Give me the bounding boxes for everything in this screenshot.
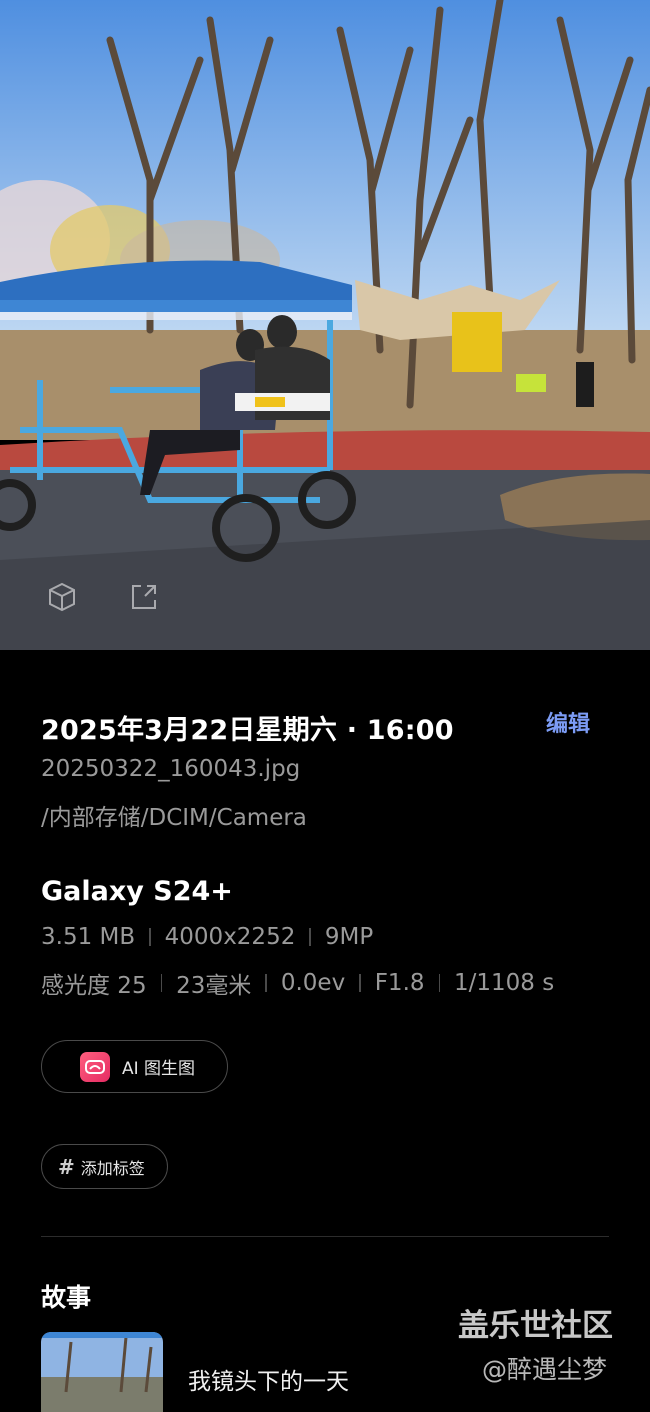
spec-divider [309, 928, 311, 946]
section-divider [41, 1236, 609, 1237]
photo-image [0, 0, 650, 650]
photo-datetime: 2025年3月22日星期六 · 16:00 [41, 715, 454, 746]
edit-button[interactable]: 编辑 [546, 706, 590, 738]
spec-divider [359, 974, 361, 992]
file-size: 3.51 MB [41, 924, 136, 950]
story-thumbnail[interactable] [41, 1332, 163, 1412]
spec-divider [149, 928, 151, 946]
file-path: /内部存储/DCIM/Camera [41, 805, 307, 831]
story-item-title[interactable]: 我镜头下的一天 [188, 1362, 349, 1396]
focal-length: 23毫米 [176, 973, 252, 999]
add-tag-button[interactable]: # 添加标签 [41, 1144, 168, 1189]
story-section-title: 故事 [41, 1283, 92, 1312]
spec-divider [160, 974, 163, 992]
device-model: Galaxy S24+ [41, 876, 233, 907]
ai-image-button[interactable]: AI 图生图 [41, 1040, 228, 1093]
cube-3d-icon[interactable] [45, 580, 79, 614]
watermark-brand: 盖乐世社区 [458, 1308, 613, 1344]
spec-divider [265, 974, 267, 992]
specs-row-camera: 感光度 25 23毫米 0.0ev F1.8 1/1108 s [41, 966, 554, 1000]
ai-image-label: AI 图生图 [122, 1059, 196, 1079]
watermark-user: @醉遇尘梦 [482, 1355, 608, 1384]
shutter-speed: 1/1108 s [454, 970, 555, 996]
specs-row-file: 3.51 MB 4000x2252 9MP [41, 924, 373, 950]
spec-divider [438, 974, 441, 992]
resolution: 4000x2252 [164, 924, 296, 950]
exposure-value: 0.0ev [280, 970, 346, 996]
iso: 感光度 25 [41, 973, 147, 999]
file-name: 20250322_160043.jpg [41, 756, 301, 782]
details-panel: 2025年3月22日星期六 · 16:00 编辑 20250322_160043… [0, 650, 650, 1412]
megapixels: 9MP [324, 924, 374, 950]
share-export-icon[interactable] [127, 580, 161, 614]
photo-viewer[interactable] [0, 0, 650, 650]
add-tag-label: 添加标签 [80, 1158, 145, 1178]
aperture: F1.8 [374, 970, 425, 996]
hash-icon: # [58, 1154, 75, 1179]
ai-image-app-icon [80, 1051, 110, 1082]
